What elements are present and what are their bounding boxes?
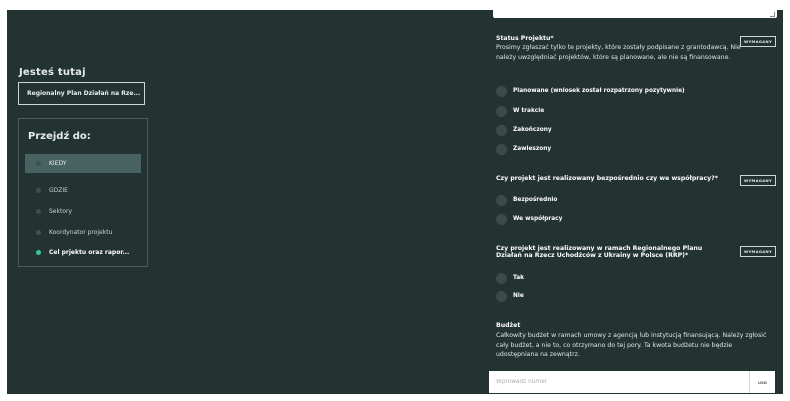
radio-circle-icon[interactable]: [496, 124, 507, 136]
radio-label: W trakcie: [513, 108, 545, 114]
app-frame: Jesteś tutaj Regionalny Plan Działań na …: [7, 10, 783, 394]
rrp-title-line1: Czy projekt jest realizowany w ramach Re…: [496, 245, 703, 252]
budget-number-input[interactable]: [489, 371, 749, 393]
radio-direct[interactable]: Bezpośrednio: [496, 194, 557, 206]
radio-rrp-no[interactable]: Nie: [496, 290, 524, 302]
radio-rrp-yes[interactable]: Tak: [496, 272, 524, 284]
radio-cooperation[interactable]: We współpracy: [496, 213, 562, 225]
radio-status-planned[interactable]: Planowane (wniosek został rozpatrzony po…: [496, 85, 685, 97]
radio-circle-icon[interactable]: [496, 105, 507, 117]
radio-label: Nie: [513, 293, 524, 299]
nav-item-cel-projektu[interactable]: Cel prjektu oraz rapor...: [25, 243, 141, 262]
budget-description: Całkowity budżet w ramach umowy z agencj…: [496, 332, 767, 358]
status-description: Prosimy zgłaszać tylko te projekty, któr…: [496, 44, 741, 61]
radio-label: Zawieszony: [513, 146, 552, 152]
status-title: Status Projektu*: [496, 35, 554, 42]
nav-item-label: KIEDY: [49, 160, 67, 167]
status-dot-icon: [36, 188, 41, 193]
nav-item-koordynator[interactable]: Koordynator projektu: [25, 223, 141, 242]
radio-circle-icon[interactable]: [496, 194, 507, 206]
radio-label: Planowane (wniosek został rozpatrzony po…: [513, 88, 685, 94]
radio-circle-icon[interactable]: [496, 85, 507, 97]
nav-item-sektory[interactable]: Sektory: [25, 202, 141, 221]
resize-handle-icon[interactable]: [770, 12, 775, 17]
status-dot-icon: [36, 250, 41, 255]
nav-item-label: Cel prjektu oraz rapor...: [49, 249, 130, 256]
status-dot-icon: [36, 209, 41, 214]
status-dot-icon: [36, 230, 41, 235]
currency-unit: USD: [749, 371, 775, 393]
rrp-title-line2: Działań na Rzecz Uchodźców z Ukrainy w P…: [496, 252, 689, 259]
radio-label: Zakończony: [513, 127, 552, 133]
previous-textarea[interactable]: [493, 10, 777, 18]
goto-heading: Przejdź do:: [28, 131, 91, 142]
radio-label: Tak: [513, 275, 524, 281]
nav-item-kiedy[interactable]: KIEDY: [25, 154, 141, 173]
required-badge: WYMAGANY: [740, 246, 776, 257]
current-page-box[interactable]: Regionalny Plan Działań na Rze...: [18, 82, 145, 105]
radio-status-suspended[interactable]: Zawieszony: [496, 143, 551, 155]
goto-navigation: Przejdź do: KIEDY GDZIE Sektory Koordyna…: [18, 118, 148, 267]
budget-input-group: USD: [489, 371, 775, 393]
nav-item-label: Sektory: [49, 208, 73, 215]
radio-status-completed[interactable]: Zakończony: [496, 124, 552, 136]
nav-item-label: Koordynator projektu: [49, 229, 113, 236]
radio-label: We współpracy: [513, 216, 563, 222]
required-badge: WYMAGANY: [740, 175, 776, 186]
nav-item-gdzie[interactable]: GDZIE: [25, 181, 141, 200]
radio-label: Bezpośrednio: [513, 197, 558, 203]
radio-circle-icon[interactable]: [496, 290, 507, 302]
you-are-here-heading: Jesteś tutaj: [19, 67, 86, 78]
budget-title: Budżet: [496, 322, 521, 329]
radio-circle-icon[interactable]: [496, 272, 507, 284]
nav-item-label: GDZIE: [49, 187, 68, 194]
radio-circle-icon[interactable]: [496, 143, 507, 155]
implementation-title: Czy projekt jest realizowany bezpośredni…: [496, 175, 718, 182]
radio-circle-icon[interactable]: [496, 213, 507, 225]
radio-status-in-progress[interactable]: W trakcie: [496, 105, 544, 117]
status-dot-icon: [36, 161, 41, 166]
